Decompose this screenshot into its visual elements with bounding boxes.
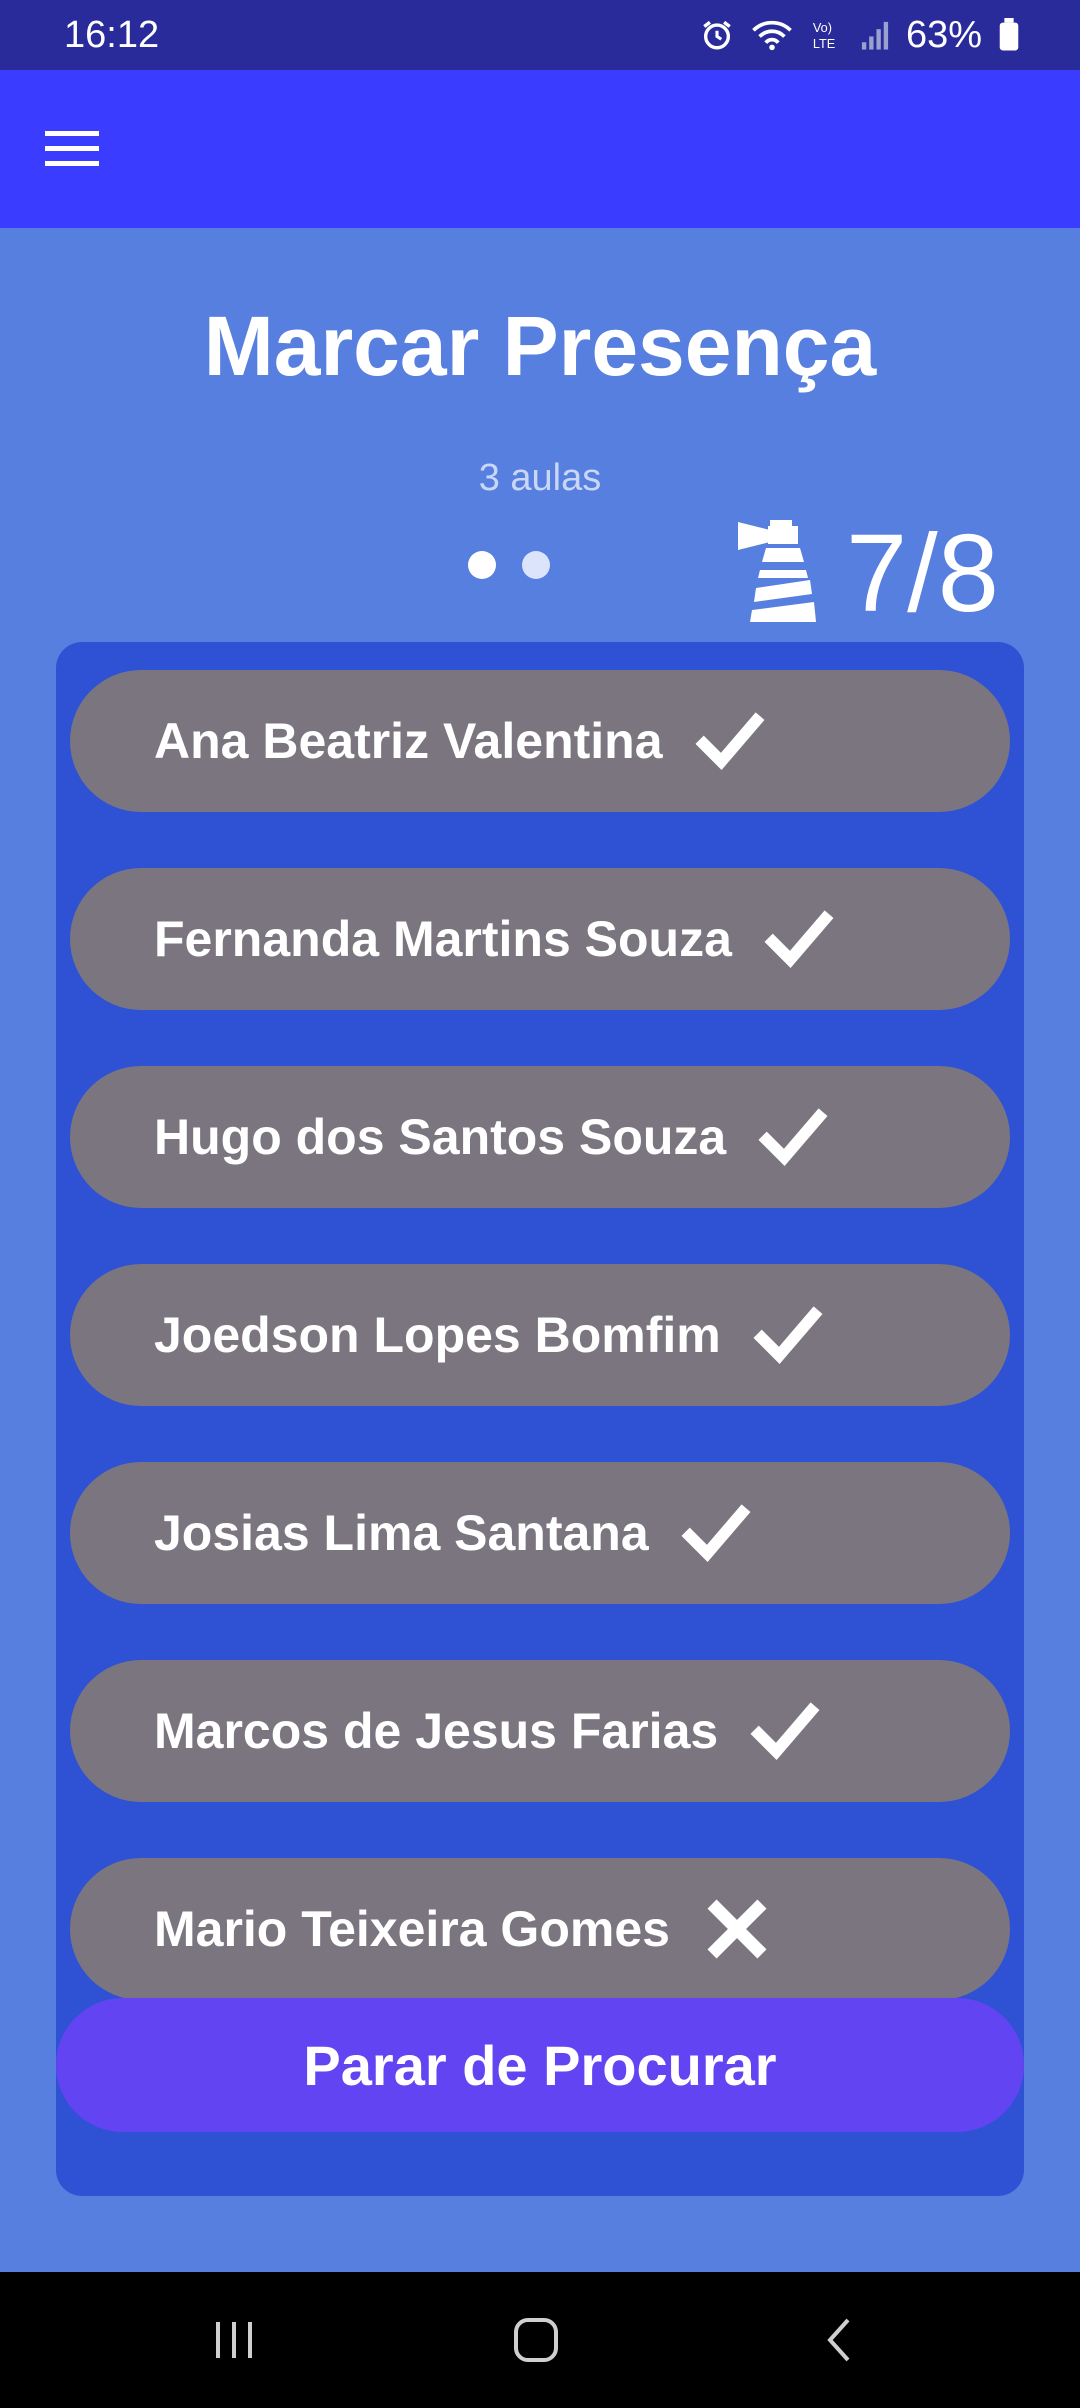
cross-icon (702, 1894, 772, 1964)
signal-icon (860, 19, 890, 51)
student-name: Mario Teixeira Gomes (154, 1901, 670, 1957)
recent-apps-icon[interactable] (204, 2310, 264, 2370)
wifi-icon (750, 18, 794, 52)
student-name: Marcos de Jesus Farias (154, 1703, 719, 1759)
student-name: Josias Lima Santana (154, 1505, 649, 1561)
student-list[interactable]: Ana Beatriz Valentina Fernanda Martins S… (56, 642, 1024, 2196)
alarm-icon (700, 18, 734, 52)
battery-percent: 63% (905, 13, 982, 56)
volte-icon: Vo) LTE (810, 18, 844, 52)
student-row[interactable]: Marcos de Jesus Farias (70, 1660, 1010, 1802)
student-row[interactable]: Mario Teixeira Gomes (70, 1858, 1010, 2000)
present-count: 7/8 (846, 512, 999, 635)
page-title: Marcar Presença (203, 299, 877, 393)
check-icon (753, 1300, 823, 1370)
classes-count: 3 aulas (478, 457, 602, 499)
student-row[interactable]: Hugo dos Santos Souza (70, 1066, 1010, 1208)
student-name: Ana Beatriz Valentina (154, 713, 663, 769)
lighthouse-icon (736, 518, 824, 626)
student-row[interactable]: Fernanda Martins Souza (70, 868, 1010, 1010)
system-nav-bar (0, 2272, 1080, 2408)
page-indicator (468, 550, 558, 580)
check-icon (750, 1696, 820, 1766)
hamburger-menu-icon[interactable] (42, 122, 102, 176)
student-row[interactable]: Joedson Lopes Bomfim (70, 1264, 1010, 1406)
page-dot (468, 551, 496, 579)
student-row[interactable]: Ana Beatriz Valentina (70, 670, 1010, 812)
status-icons: Vo) LTE 63% (700, 12, 1020, 58)
student-name: Hugo dos Santos Souza (154, 1109, 727, 1165)
check-icon (681, 1498, 751, 1568)
home-icon[interactable] (506, 2310, 566, 2370)
student-name: Joedson Lopes Bomfim (154, 1307, 721, 1363)
check-icon (695, 706, 765, 776)
svg-text:LTE: LTE (813, 36, 835, 51)
check-icon (764, 904, 834, 974)
svg-text:Vo): Vo) (813, 20, 832, 35)
stop-searching-button[interactable]: Parar de Procurar (56, 1998, 1024, 2132)
back-icon[interactable] (810, 2310, 870, 2370)
page-dot (522, 551, 550, 579)
check-icon (758, 1102, 828, 1172)
main-content: Marcar Presença 3 aulas 7/8 Ana Beatriz … (0, 228, 1080, 2272)
student-row[interactable]: Josias Lima Santana (70, 1462, 1010, 1604)
battery-icon (998, 18, 1020, 52)
status-bar: 16:12 Vo) LTE 63% (0, 0, 1080, 70)
app-toolbar (0, 70, 1080, 228)
status-time: 16:12 (64, 14, 160, 56)
student-name: Fernanda Martins Souza (154, 911, 732, 967)
